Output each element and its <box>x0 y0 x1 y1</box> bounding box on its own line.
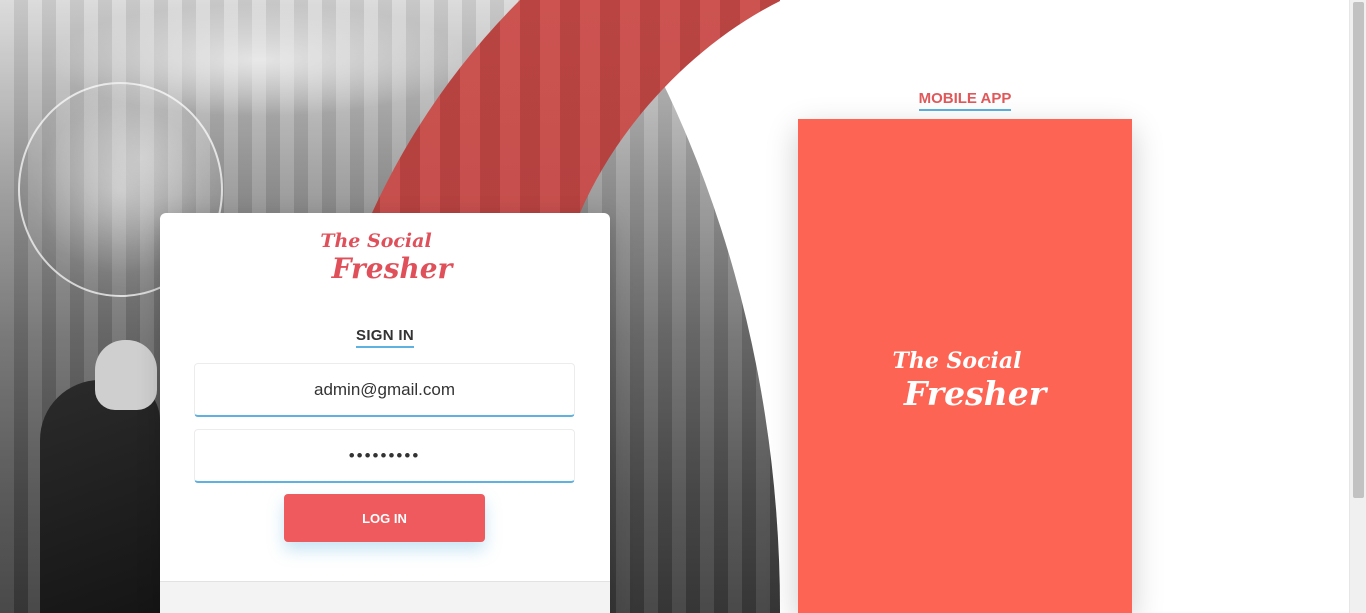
login-button[interactable]: LOG IN <box>284 494 485 542</box>
email-field[interactable] <box>194 363 575 417</box>
arm-decoration <box>40 380 160 613</box>
login-card: The Social Fresher SIGN IN LOG IN <box>160 213 610 613</box>
page-scrollbar[interactable] <box>1349 0 1366 613</box>
mobile-app-preview: The Social Fresher <box>798 119 1132 613</box>
logo-line2: Fresher <box>331 252 453 285</box>
mobile-logo-line1: The Social <box>892 348 1022 374</box>
sign-in-heading-wrap: SIGN IN <box>160 325 610 348</box>
mobile-app-heading-wrap: MOBILE APP <box>798 88 1132 111</box>
logo-line1: The Social <box>320 230 432 252</box>
mobile-app-heading: MOBILE APP <box>918 90 1012 111</box>
scrollbar-thumb[interactable] <box>1353 2 1364 498</box>
hand-decoration <box>95 340 157 410</box>
brand-logo: The Social Fresher <box>310 229 460 291</box>
sign-in-heading: SIGN IN <box>356 327 414 348</box>
card-footer <box>160 581 610 613</box>
password-field[interactable] <box>194 429 575 483</box>
mobile-logo-line2: Fresher <box>903 374 1047 413</box>
mobile-brand-logo: The Social Fresher <box>882 347 1052 419</box>
